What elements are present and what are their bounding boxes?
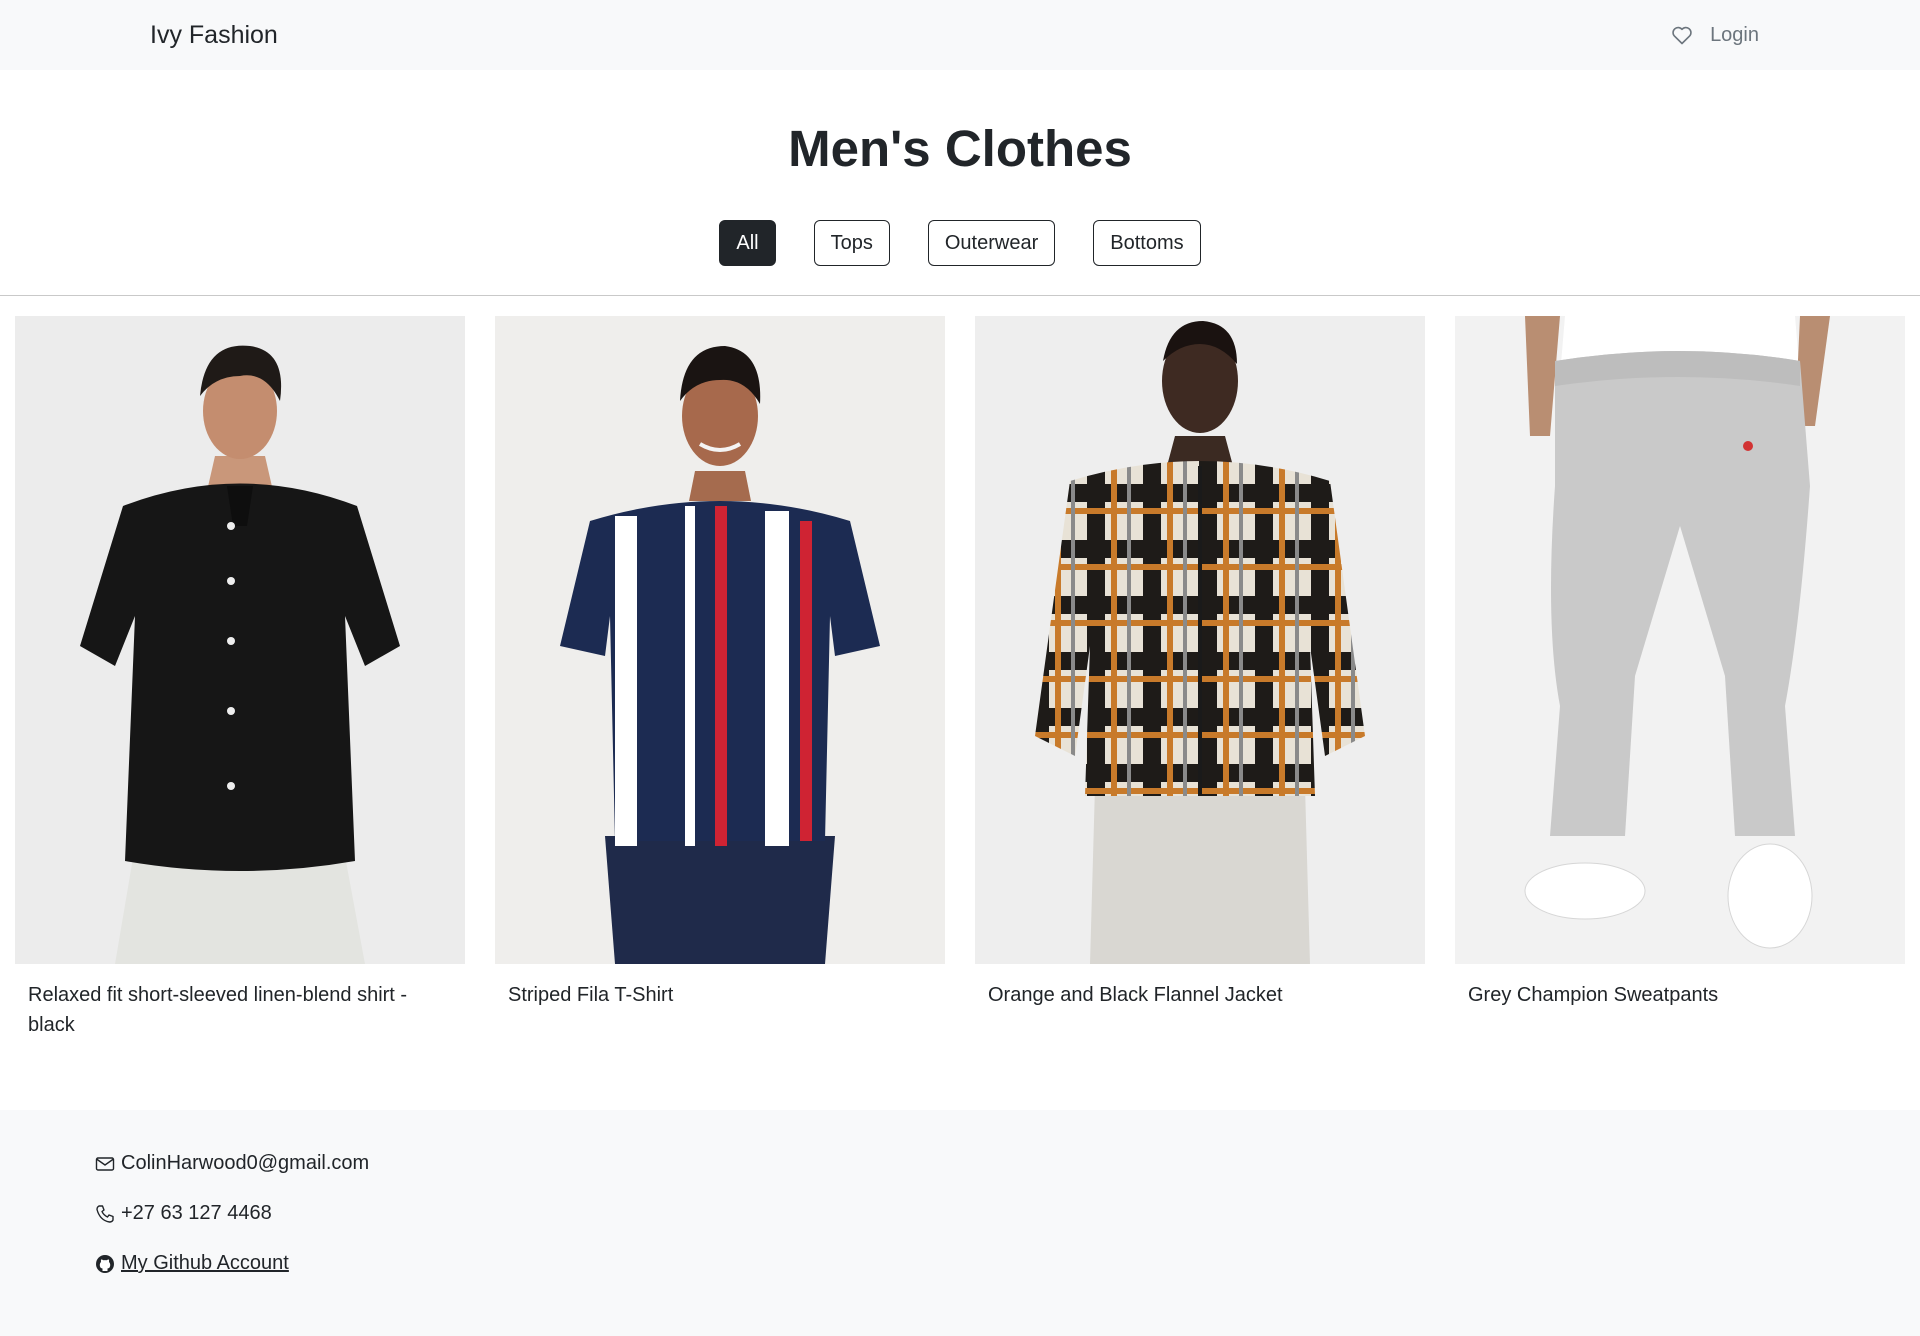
login-link[interactable]: Login xyxy=(1710,24,1759,47)
product-name[interactable]: Orange and Black Flannel Jacket xyxy=(975,964,1425,1010)
filter-outerwear-button[interactable]: Outerwear xyxy=(927,220,1056,267)
page-title: Men's Clothes xyxy=(788,120,1132,177)
top-navbar: Ivy Fashion Login xyxy=(0,0,1920,70)
contact-github: My Github Account xyxy=(95,1252,289,1275)
product-card[interactable]: Relaxed fit short-sleeved linen-blend sh… xyxy=(15,316,465,1040)
product-card[interactable]: Orange and Black Flannel Jacket xyxy=(975,316,1425,1040)
product-image[interactable] xyxy=(495,316,945,965)
contact-phone: +27 63 127 4468 xyxy=(95,1202,272,1225)
filter-all-button[interactable]: All xyxy=(719,220,776,267)
product-image[interactable] xyxy=(15,316,465,965)
footer: ColinHarwood0@gmail.com +27 63 127 4468 … xyxy=(0,1110,1920,1336)
product-card[interactable]: Striped Fila T-Shirt xyxy=(495,316,945,1040)
product-name[interactable]: Striped Fila T-Shirt xyxy=(495,964,945,1010)
brand-logo[interactable]: Ivy Fashion xyxy=(150,21,278,50)
filter-tops-button[interactable]: Tops xyxy=(813,220,890,267)
product-image[interactable] xyxy=(975,316,1425,965)
product-card[interactable]: Grey Champion Sweatpants xyxy=(1455,316,1905,1040)
filter-bottoms-button[interactable]: Bottoms xyxy=(1093,220,1201,267)
github-icon xyxy=(96,1254,114,1273)
email-text: ColinHarwood0@gmail.com xyxy=(121,1152,370,1174)
product-name[interactable]: Grey Champion Sweatpants xyxy=(1455,964,1905,1010)
product-grid: Relaxed fit short-sleeved linen-blend sh… xyxy=(0,296,1920,1040)
nav-right: Login xyxy=(1670,23,1759,47)
phone-text: +27 63 127 4468 xyxy=(121,1202,272,1224)
heart-icon[interactable] xyxy=(1670,23,1694,47)
envelope-icon xyxy=(95,1156,115,1171)
phone-icon xyxy=(96,1204,114,1223)
product-image[interactable] xyxy=(1455,316,1905,965)
product-name[interactable]: Relaxed fit short-sleeved linen-blend sh… xyxy=(15,964,465,1040)
category-filters: All Tops Outerwear Bottoms xyxy=(0,220,1920,267)
github-link[interactable]: My Github Account xyxy=(121,1252,289,1275)
contact-email: ColinHarwood0@gmail.com xyxy=(95,1152,369,1175)
